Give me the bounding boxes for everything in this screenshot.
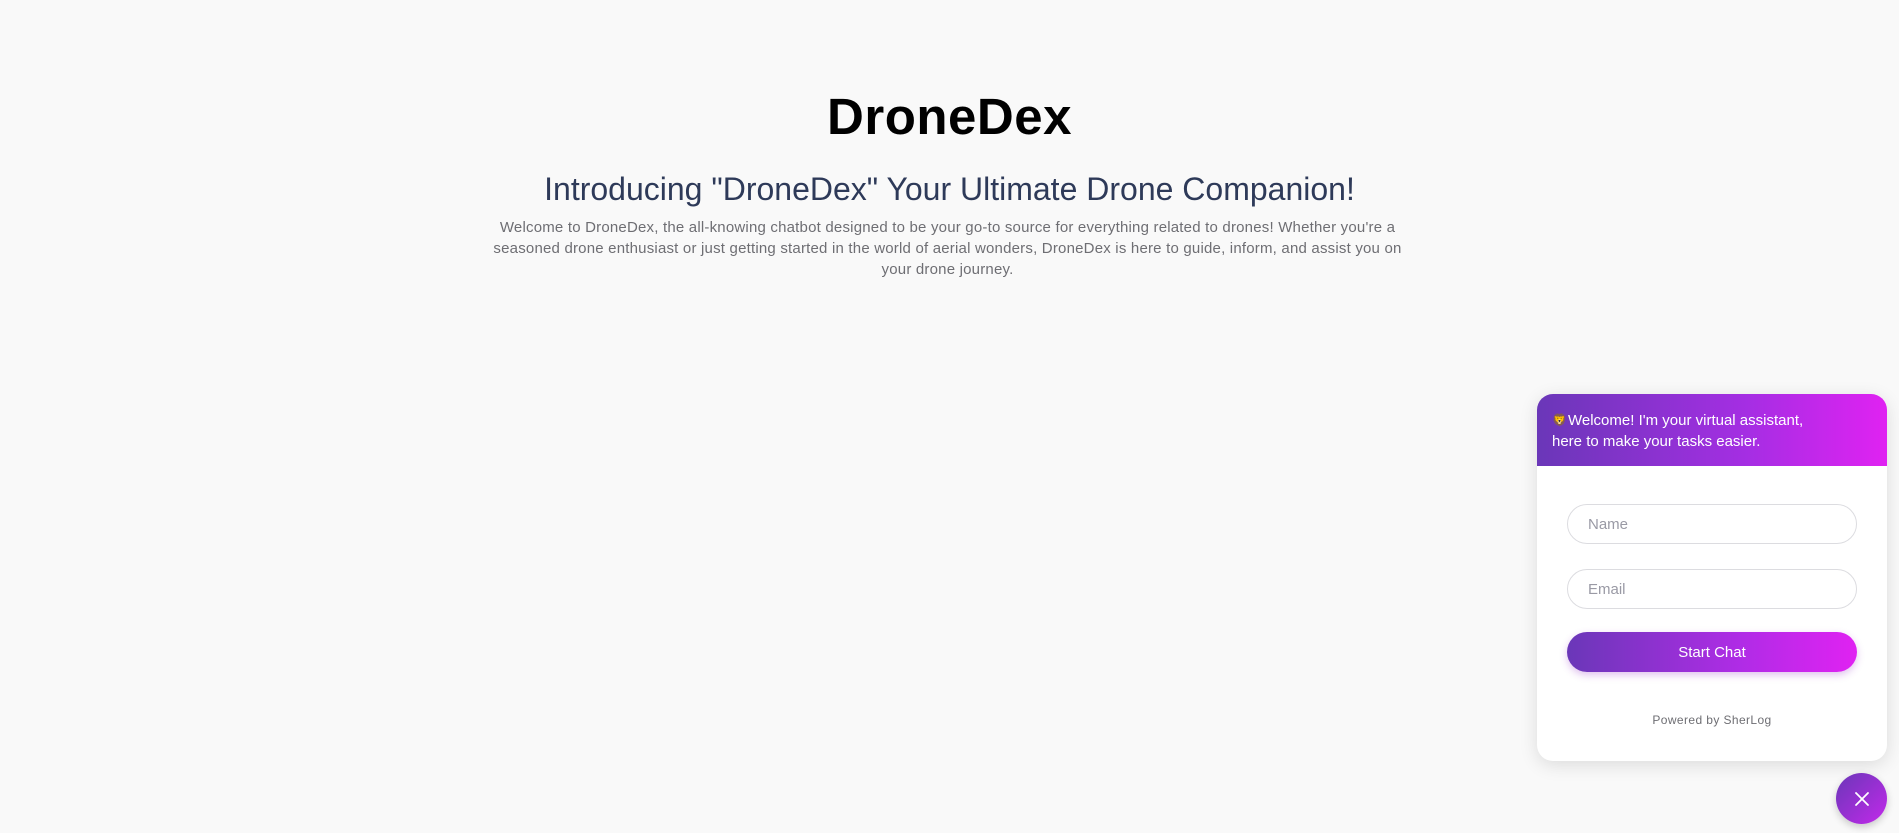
- chat-widget-panel: 🦁Welcome! I'm your virtual assistant, he…: [1537, 394, 1887, 761]
- email-input[interactable]: [1567, 569, 1857, 609]
- start-chat-button[interactable]: Start Chat: [1567, 632, 1857, 672]
- name-input[interactable]: [1567, 504, 1857, 544]
- hero-headline: Introducing "DroneDex" Your Ultimate Dro…: [544, 171, 1355, 207]
- chat-toggle-button[interactable]: [1836, 773, 1887, 824]
- powered-by-label: Powered by SherLog: [1652, 713, 1772, 727]
- close-icon: [1854, 791, 1869, 806]
- landing-page: DroneDex Introducing "DroneDex" Your Ult…: [0, 0, 1899, 833]
- brand-title: DroneDex: [827, 88, 1072, 145]
- chat-greeting: Welcome! I'm your virtual assistant, her…: [1552, 412, 1804, 450]
- chat-header: 🦁Welcome! I'm your virtual assistant, he…: [1537, 394, 1887, 466]
- hero-intro: Welcome to DroneDex, the all-knowing cha…: [493, 219, 1402, 278]
- lion-emoji-icon: 🦁: [1552, 413, 1567, 427]
